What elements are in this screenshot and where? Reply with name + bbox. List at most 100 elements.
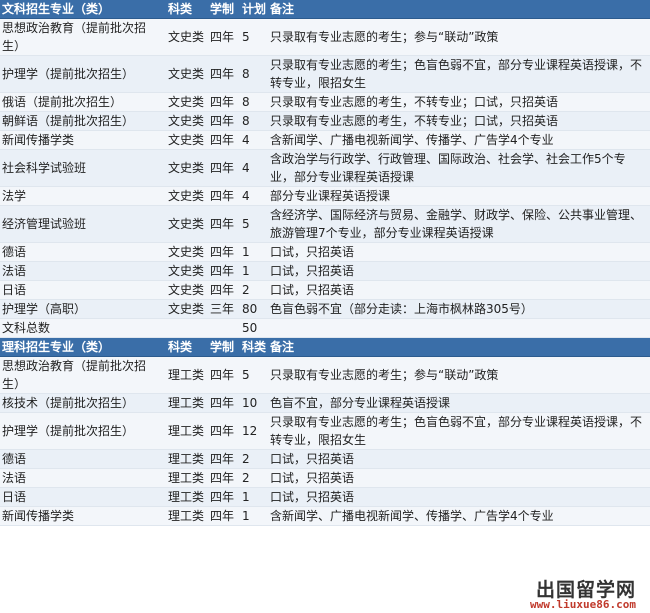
header-cell-remarks: 备注 (268, 337, 650, 357)
cell-plan: 12 (240, 412, 268, 450)
cell-category: 文史类 (166, 92, 208, 112)
cell-duration: 四年 (208, 186, 240, 206)
table-row: 思想政治教育（提前批次招生） 文史类 四年 5 只录取有专业志愿的考生；参与“联动”政策 (0, 18, 650, 56)
cell-duration: 四年 (208, 261, 240, 281)
header-cell-duration: 学制 (208, 0, 240, 19)
cell-remarks: 口试，只招英语 (268, 468, 650, 488)
cell-remarks: 色盲色弱不宜（部分走读：上海市枫林路305号） (268, 299, 650, 319)
cell-major: 护理学（高职） (0, 299, 166, 319)
cell-category: 理工类 (166, 487, 208, 507)
header-cell-major: 理科招生专业（类） (0, 337, 166, 357)
science-section-header: 理科招生专业（类） 科类 学制 科类 备注 (0, 337, 650, 357)
cell-plan: 8 (240, 111, 268, 131)
cell-duration: 四年 (208, 205, 240, 243)
table-row: 法语 理工类 四年 2 口试，只招英语 (0, 468, 650, 488)
cell-remarks: 口试，只招英语 (268, 280, 650, 300)
cell-plan: 10 (240, 393, 268, 413)
cell-category: 理工类 (166, 449, 208, 469)
header-cell-remarks: 备注 (268, 0, 650, 19)
cell-major: 朝鲜语（提前批次招生） (0, 111, 166, 131)
header-cell-duration: 学制 (208, 337, 240, 357)
cell-major: 法语 (0, 468, 166, 488)
admissions-table: 文科招生专业（类） 科类 学制 计划 备注 思想政治教育（提前批次招生） 文史类 四年 5 只录取… (0, 0, 650, 526)
cell-plan: 1 (240, 506, 268, 526)
cell-duration: 四年 (208, 280, 240, 300)
cell-remarks: 口试，只招英语 (268, 242, 650, 262)
cell-plan: 2 (240, 449, 268, 469)
cell-remarks: 只录取有专业志愿的考生，不转专业；口试，只招英语 (268, 111, 650, 131)
cell-remarks: 含经济学、国际经济与贸易、金融学、财政学、保险、公共事业管理、旅游管理7个专业，… (268, 205, 650, 243)
cell-duration: 四年 (208, 506, 240, 526)
header-cell-plan: 计划 (240, 0, 268, 19)
header-cell-category: 科类 (166, 0, 208, 19)
cell-major: 日语 (0, 280, 166, 300)
header-cell-plan: 科类 (240, 337, 268, 357)
cell-remarks (268, 318, 650, 338)
cell-duration (208, 318, 240, 338)
cell-category: 理工类 (166, 506, 208, 526)
cell-plan: 4 (240, 130, 268, 150)
cell-category: 理工类 (166, 412, 208, 450)
header-cell-major: 文科招生专业（类） (0, 0, 166, 19)
cell-major: 德语 (0, 242, 166, 262)
cell-plan: 5 (240, 356, 268, 394)
cell-duration: 四年 (208, 111, 240, 131)
table-row: 法学 文史类 四年 4 部分专业课程英语授课 (0, 186, 650, 206)
cell-category: 理工类 (166, 393, 208, 413)
cell-category: 理工类 (166, 356, 208, 394)
table-row: 日语 理工类 四年 1 口试，只招英语 (0, 487, 650, 507)
cell-category: 文史类 (166, 205, 208, 243)
cell-plan: 5 (240, 18, 268, 56)
cell-plan: 4 (240, 186, 268, 206)
cell-duration: 四年 (208, 356, 240, 394)
table-row: 日语 文史类 四年 2 口试，只招英语 (0, 280, 650, 300)
cell-major: 日语 (0, 487, 166, 507)
cell-major: 核技术（提前批次招生） (0, 393, 166, 413)
cell-duration: 四年 (208, 18, 240, 56)
cell-major: 文科总数 (0, 318, 166, 338)
cell-duration: 四年 (208, 242, 240, 262)
cell-duration: 四年 (208, 449, 240, 469)
table-row: 经济管理试验班 文史类 四年 5 含经济学、国际经济与贸易、金融学、财政学、保险、公共事… (0, 205, 650, 243)
cell-remarks: 色盲不宜，部分专业课程英语授课 (268, 393, 650, 413)
cell-remarks: 只录取有专业志愿的考生；参与“联动”政策 (268, 356, 650, 394)
cell-category: 文史类 (166, 299, 208, 319)
cell-category: 文史类 (166, 242, 208, 262)
table-row: 护理学（提前批次招生） 文史类 四年 8 只录取有专业志愿的考生；色盲色弱不宜，部分专业… (0, 55, 650, 93)
table-row: 德语 理工类 四年 2 口试，只招英语 (0, 449, 650, 469)
table-row: 社会科学试验班 文史类 四年 4 含政治学与行政学、行政管理、国际政治、社会学、社会工作… (0, 149, 650, 187)
watermark-url: www.liuxue86.com (530, 598, 636, 611)
cell-duration: 四年 (208, 487, 240, 507)
site-watermark: 出国留学网 www.liuxue86.com (530, 575, 648, 611)
cell-category: 文史类 (166, 149, 208, 187)
cell-major: 思想政治教育（提前批次招生） (0, 18, 166, 56)
cell-major: 新闻传播学类 (0, 506, 166, 526)
cell-duration: 三年 (208, 299, 240, 319)
table-row: 法语 文史类 四年 1 口试，只招英语 (0, 261, 650, 281)
cell-category: 文史类 (166, 130, 208, 150)
cell-plan: 5 (240, 205, 268, 243)
cell-major: 法学 (0, 186, 166, 206)
cell-category (166, 318, 208, 338)
cell-plan: 50 (240, 318, 268, 338)
table-row: 新闻传播学类 文史类 四年 4 含新闻学、广播电视新闻学、传播学、广告学4个专业 (0, 130, 650, 150)
table-row: 护理学（高职） 文史类 三年 80 色盲色弱不宜（部分走读：上海市枫林路305号） (0, 299, 650, 319)
cell-plan: 1 (240, 242, 268, 262)
cell-remarks: 只录取有专业志愿的考生，不转专业；口试，只招英语 (268, 92, 650, 112)
cell-category: 文史类 (166, 186, 208, 206)
cell-remarks: 只录取有专业志愿的考生；参与“联动”政策 (268, 18, 650, 56)
cell-major: 社会科学试验班 (0, 149, 166, 187)
cell-plan: 1 (240, 487, 268, 507)
cell-duration: 四年 (208, 412, 240, 450)
cell-remarks: 含政治学与行政学、行政管理、国际政治、社会学、社会工作5个专业，部分专业课程英语… (268, 149, 650, 187)
cell-major: 经济管理试验班 (0, 205, 166, 243)
table-row: 朝鲜语（提前批次招生） 文史类 四年 8 只录取有专业志愿的考生，不转专业；口试，只招英… (0, 111, 650, 131)
cell-duration: 四年 (208, 55, 240, 93)
cell-plan: 8 (240, 92, 268, 112)
cell-remarks: 口试，只招英语 (268, 487, 650, 507)
cell-plan: 80 (240, 299, 268, 319)
cell-remarks: 含新闻学、广播电视新闻学、传播学、广告学4个专业 (268, 130, 650, 150)
cell-remarks: 只录取有专业志愿的考生；色盲色弱不宜，部分专业课程英语授课，不转专业，限招女生 (268, 55, 650, 93)
cell-remarks: 只录取有专业志愿的考生；色盲色弱不宜，部分专业课程英语授课，不转专业，限招女生 (268, 412, 650, 450)
table-row: 护理学（提前批次招生） 理工类 四年 12 只录取有专业志愿的考生；色盲色弱不宜，部分专… (0, 412, 650, 450)
